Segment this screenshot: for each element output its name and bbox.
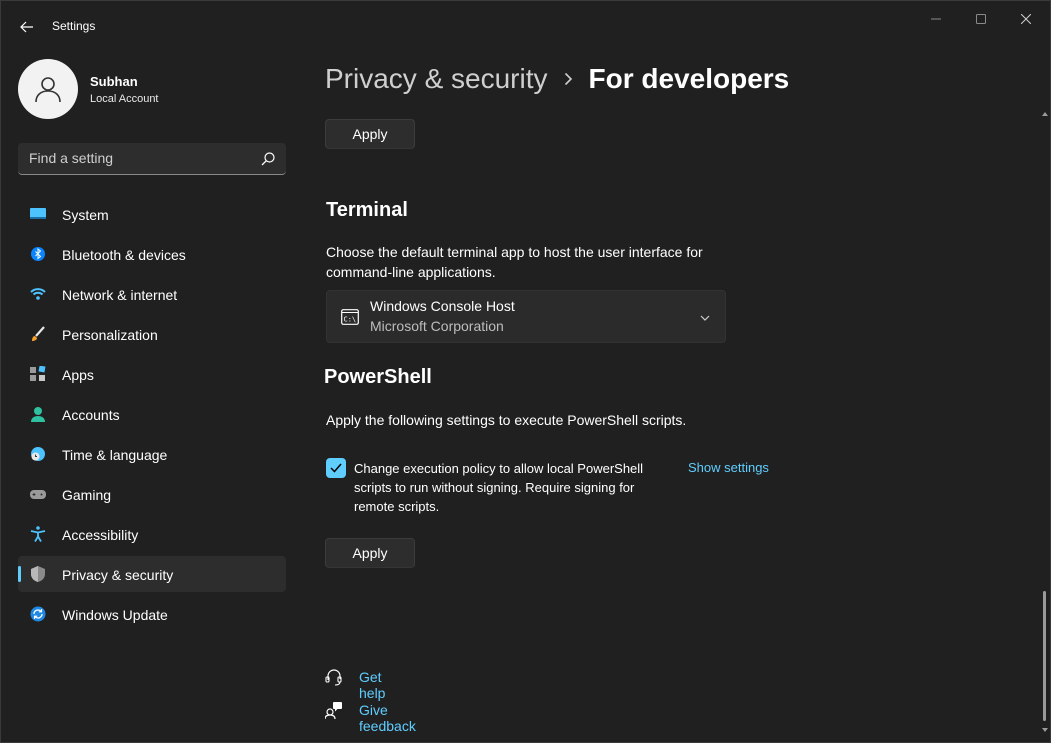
- scroll-up-arrow-icon[interactable]: [1042, 111, 1048, 117]
- back-arrow-icon: [20, 21, 33, 33]
- give-feedback-link[interactable]: Give feedback: [359, 702, 416, 734]
- sidebar-item-label: Personalization: [62, 327, 158, 343]
- gamepad-icon: [30, 490, 46, 499]
- sidebar-item-accounts[interactable]: Accounts: [18, 396, 286, 432]
- powershell-section-title: PowerShell: [324, 366, 432, 388]
- search-icon[interactable]: [260, 151, 276, 167]
- accounts-person-icon: [31, 407, 45, 422]
- sidebar-nav: System Bluetooth & devices Network & int…: [18, 196, 286, 636]
- apps-icon: [30, 366, 46, 381]
- breadcrumb: Privacy & security For developers: [325, 61, 789, 97]
- search-input[interactable]: [18, 143, 248, 173]
- brush-icon: [32, 326, 45, 341]
- apply-button[interactable]: Apply: [325, 119, 415, 149]
- powershell-description: Apply the following settings to execute …: [326, 412, 687, 428]
- sidebar-item-label: Privacy & security: [62, 567, 174, 583]
- get-help-row[interactable]: Get help: [325, 666, 385, 701]
- sidebar-item-label: Accessibility: [62, 527, 139, 543]
- feedback-icon: [325, 702, 342, 719]
- sidebar-item-time-language[interactable]: Time & language: [18, 436, 286, 472]
- refresh-icon: [30, 606, 46, 622]
- avatar: [18, 59, 78, 119]
- sidebar-item-personalization[interactable]: Personalization: [18, 316, 286, 352]
- maximize-button[interactable]: [958, 7, 1004, 31]
- account-type: Local Account: [90, 93, 159, 105]
- console-icon: C:\: [341, 309, 359, 325]
- sidebar-item-windows-update[interactable]: Windows Update: [18, 596, 286, 632]
- chevron-right-icon: [564, 72, 573, 86]
- globe-clock-icon: [31, 447, 45, 461]
- sidebar-item-system[interactable]: System: [18, 196, 286, 232]
- user-name: Subhan: [90, 74, 138, 89]
- svg-text:C:\: C:\: [344, 316, 357, 324]
- terminal-description: Choose the default terminal app to host …: [326, 244, 703, 280]
- minimize-button[interactable]: [913, 7, 959, 31]
- terminal-app-publisher: Microsoft Corporation: [370, 318, 504, 334]
- shield-icon: [31, 566, 45, 582]
- sidebar-item-label: Apps: [62, 367, 94, 383]
- back-button[interactable]: [13, 13, 41, 41]
- sidebar-item-label: Time & language: [62, 447, 168, 463]
- maximize-icon: [976, 14, 986, 24]
- close-icon: [1021, 14, 1031, 24]
- get-help-link[interactable]: Get help: [359, 669, 385, 701]
- checkmark-icon: [330, 463, 342, 473]
- execution-policy-checkbox[interactable]: [326, 458, 346, 478]
- page-title: For developers: [588, 63, 790, 94]
- search-box: [18, 143, 286, 175]
- sidebar-item-label: Windows Update: [62, 607, 168, 623]
- system-icon: [30, 208, 46, 219]
- person-icon: [35, 77, 61, 103]
- terminal-app-dropdown[interactable]: C:\ Windows Console Host Microsoft Corpo…: [326, 290, 726, 343]
- sidebar-item-label: Bluetooth & devices: [62, 247, 186, 263]
- sidebar-item-bluetooth[interactable]: Bluetooth & devices: [18, 236, 286, 272]
- user-profile[interactable]: Subhan Local Account: [18, 59, 278, 119]
- app-title: Settings: [52, 19, 96, 33]
- chevron-down-icon: [700, 315, 710, 321]
- terminal-section-title: Terminal: [326, 199, 408, 221]
- sidebar-item-accessibility[interactable]: Accessibility: [18, 516, 286, 552]
- sidebar-item-gaming[interactable]: Gaming: [18, 476, 286, 512]
- give-feedback-row[interactable]: Give feedback: [325, 699, 416, 734]
- breadcrumb-parent[interactable]: Privacy & security: [325, 63, 548, 95]
- terminal-app-name: Windows Console Host: [370, 298, 515, 314]
- settings-window: Settings Subhan Local Account Find a set…: [0, 0, 1051, 743]
- sidebar-item-label: System: [62, 207, 109, 223]
- scroll-down-arrow-icon[interactable]: [1042, 727, 1048, 733]
- sidebar-item-label: Accounts: [62, 407, 120, 423]
- title-bar: Settings: [1, 1, 1050, 49]
- sidebar-item-label: Network & internet: [62, 287, 178, 303]
- sidebar-item-label: Gaming: [62, 487, 112, 503]
- scrollbar-thumb[interactable]: [1043, 591, 1046, 721]
- accessibility-icon: [30, 526, 46, 542]
- sidebar-item-privacy-security[interactable]: Privacy & security: [18, 556, 286, 592]
- execution-policy-label: Change execution policy to allow local P…: [354, 461, 644, 514]
- help-icon: [325, 669, 342, 686]
- sidebar-item-apps[interactable]: Apps: [18, 356, 286, 392]
- bluetooth-icon: [31, 247, 45, 261]
- minimize-icon: [931, 18, 941, 20]
- wifi-icon: [30, 288, 46, 300]
- show-settings-link[interactable]: Show settings: [688, 460, 769, 475]
- sidebar-item-network[interactable]: Network & internet: [18, 276, 286, 312]
- powershell-apply-button[interactable]: Apply: [325, 538, 415, 568]
- close-button[interactable]: [1003, 7, 1049, 31]
